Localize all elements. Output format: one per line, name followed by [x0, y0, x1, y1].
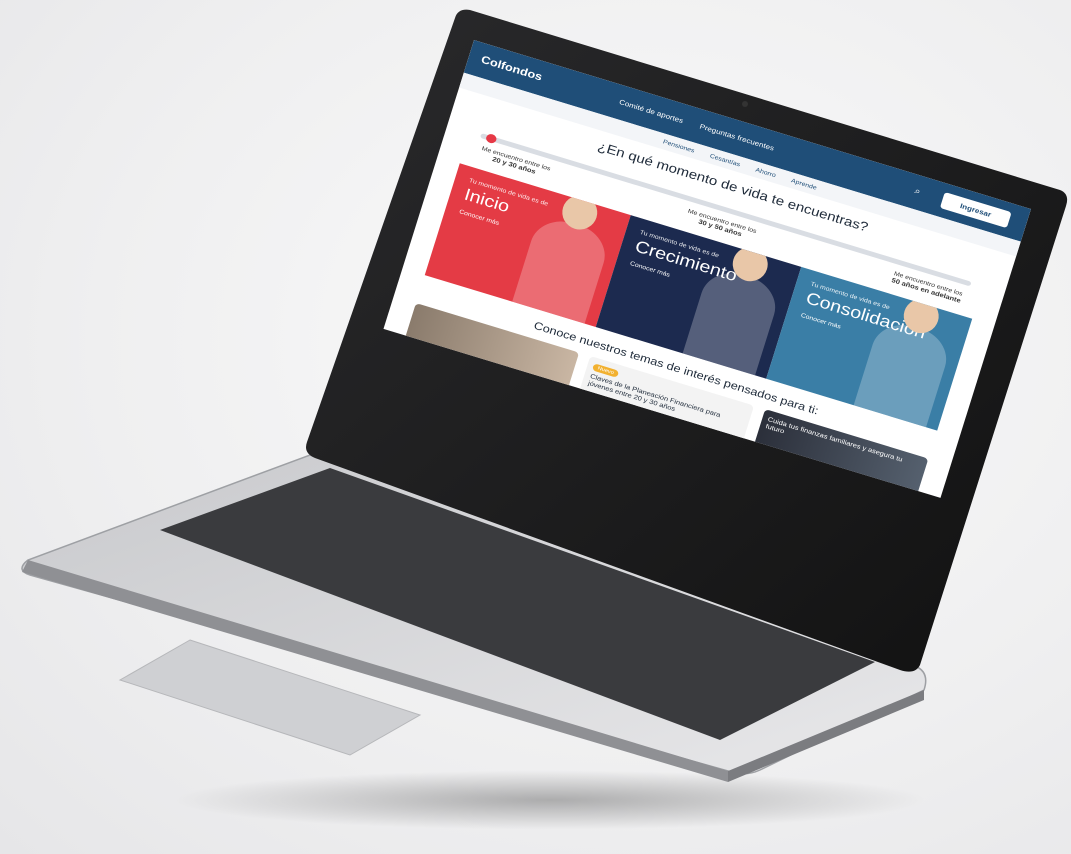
- nav-link[interactable]: Comité de aportes: [618, 98, 684, 125]
- site-logo[interactable]: Colfondos: [480, 53, 544, 83]
- subnav-item[interactable]: Ahorro: [755, 166, 777, 179]
- subnav-item[interactable]: Aprende: [790, 177, 817, 191]
- slider-handle[interactable]: [484, 132, 498, 145]
- subnav-item[interactable]: Pensiones: [662, 138, 695, 154]
- camera-icon: [742, 101, 748, 107]
- search-icon[interactable]: ⌕: [913, 185, 922, 196]
- subnav-item[interactable]: Cesantías: [709, 152, 741, 168]
- scene: Colfondos Comité de aportes Preguntas fr…: [0, 0, 1071, 854]
